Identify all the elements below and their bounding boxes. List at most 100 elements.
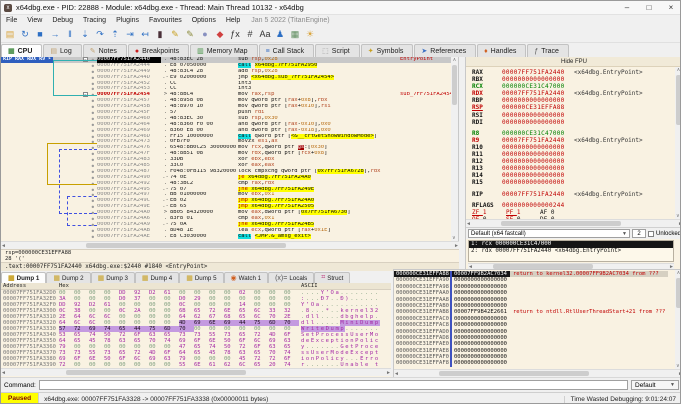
eraser-icon[interactable]: ◆ (213, 27, 227, 41)
stack-vscrollbar[interactable]: ∧ ∨ (675, 270, 680, 369)
tab-call-stack[interactable]: ≡ Call Stack (258, 44, 315, 57)
register-row[interactable]: R11 0000000000000000 (472, 151, 674, 158)
dump-tab-struct[interactable]: ⌗ Struct (314, 272, 351, 283)
patches-icon[interactable]: ▮ (153, 27, 167, 41)
disasm-row[interactable]: ● 00007FF751FA24AE. E8 C3030000 call <JMP.&… (1, 232, 458, 240)
run-to-user-code-icon[interactable]: ⇥ (123, 27, 137, 41)
collapse-icon[interactable]: − (83, 57, 88, 62)
strings-icon[interactable]: Aa (258, 27, 272, 41)
tab-notes[interactable]: ✎ Notes (82, 44, 127, 57)
tab-cpu[interactable]: ▦ CPU (1, 44, 43, 57)
register-row[interactable]: RFLAGS 0000000000000244 (472, 202, 674, 209)
dump-hscrollbar[interactable]: ◄ ► (1, 368, 391, 376)
back-icon[interactable]: ↤ (138, 27, 152, 41)
attach-icon[interactable]: ♟ (273, 27, 287, 41)
menu-item-tracing[interactable]: Tracing (78, 17, 111, 24)
register-row[interactable]: RAX 00007FF751FA2440 <x64dbg.EntryPoint> (472, 69, 674, 76)
calling-convention-select[interactable]: Default (x64 fastcall) ▼ (468, 229, 630, 238)
tab-handles[interactable]: ♦ Handles (477, 44, 527, 57)
dump-tab-dump-5[interactable]: ▦ Dump 5 (179, 272, 224, 283)
register-row[interactable]: R12 0000000000000000 (472, 158, 674, 165)
arg-count-spinner[interactable]: 2 (631, 229, 646, 238)
dump-tab-dump-2[interactable]: ▦ Dump 2 (46, 272, 91, 283)
dump-tab-dump-4[interactable]: ▦ Dump 4 (134, 272, 180, 283)
disasm-vscrollbar[interactable]: ∧ ∨ (451, 57, 458, 241)
dump-col-hex: Hex (59, 283, 69, 289)
disasm-direction: . (163, 232, 168, 239)
register-row[interactable]: RCX 000000CE31C47000 (472, 83, 674, 90)
menu-item-view[interactable]: View (22, 17, 47, 24)
dump-tab-dump-3[interactable]: ▦ Dump 3 (90, 272, 135, 283)
unlocked-checkbox[interactable] (647, 230, 654, 237)
stop-icon[interactable]: ■ (33, 27, 47, 41)
maximize-button[interactable]: □ (638, 1, 660, 14)
close-button[interactable]: × (660, 1, 680, 14)
arguments-box[interactable]: 1: rcx 000000CE31C47000 2: rdx 00007FF751… (468, 240, 674, 262)
dump-tab-dump-1[interactable]: ▦ Dump 1 (1, 272, 47, 283)
register-row[interactable]: RBX 0000000000000000 (472, 76, 674, 83)
menu-item-help[interactable]: Help (221, 17, 245, 24)
register-row[interactable]: RSP 000000CE31EFFA88 (472, 104, 674, 111)
tab-memory-map[interactable]: ▥ Memory Map (190, 44, 258, 57)
argument-row[interactable]: 1: rcx 000000CE31C47000 (469, 241, 673, 248)
register-row[interactable]: R13 0000000000000000 (472, 165, 674, 172)
tab-references[interactable]: ➤ References (414, 44, 477, 57)
registers-panel[interactable]: Hide FPU RAX 00007FF751FA2440 <x64dbg.Entr… (465, 57, 680, 270)
label-icon[interactable]: ● (198, 27, 212, 41)
restart-icon[interactable]: ↻ (18, 27, 32, 41)
register-row[interactable]: R10 0000000000000000 (472, 144, 674, 151)
argument-row[interactable]: 2: rdx 00007FF751FA2440 <x64dbg.EntryPoi… (469, 248, 673, 255)
disassembly-panel[interactable]: RIP RAX RDX R9 ➤ − ● 00007FF751FA2440. 48:83… (1, 57, 459, 241)
comment-icon[interactable]: ✎ (183, 27, 197, 41)
registers-hscrollbar[interactable]: ◄► (466, 219, 680, 227)
menu-item-file[interactable]: File (1, 17, 22, 24)
dump-panel[interactable]: ▦ Dump 1 ▦ Dump 2 ▦ Dump 3 ▦ Dump 4 ▦ Dump 5 ◉ Watc… (1, 271, 391, 377)
run-icon[interactable]: → (48, 27, 62, 41)
disasm-hscrollbar[interactable]: ◄ ► (1, 241, 459, 249)
tab-log[interactable]: ▤ Log (43, 44, 82, 57)
dump-tab-label: Locals (289, 274, 308, 282)
step-into-icon[interactable]: ⇣ (78, 27, 92, 41)
tab-script[interactable]: ⬚ Script (315, 44, 360, 57)
register-row[interactable]: RBP 0000000000000000 (472, 97, 674, 104)
collapse-icon[interactable]: − (83, 92, 88, 98)
register-row[interactable]: ZF 1 PF 1 AF 0 (472, 209, 674, 216)
pause-icon[interactable]: ‖ (63, 27, 77, 41)
tab-trace[interactable]: ƒ Trace (527, 44, 569, 57)
dump-tab-watch-1[interactable]: ◉ Watch 1 (223, 272, 269, 283)
register-value: 00007FF751FA2440 (502, 136, 565, 144)
register-row[interactable]: R9 00007FF751FA2440 <x64dbg.EntryPoint> (472, 137, 674, 144)
tab-label: Breakpoints (142, 47, 180, 55)
menu-item-options[interactable]: Options (187, 17, 221, 24)
open-file-icon[interactable]: ▤ (3, 27, 17, 41)
menu-item-favourites[interactable]: Favourites (144, 17, 187, 24)
command-input[interactable] (38, 380, 628, 390)
register-row[interactable]: RSI 0000000000000000 (472, 112, 674, 119)
stack-panel[interactable]: 000000CE31EFFA88 00007FF9B2AC7034 return t… (393, 269, 680, 377)
menu-item-debug[interactable]: Debug (47, 17, 78, 24)
register-row[interactable]: R8 000000CE31C47000 (472, 130, 674, 137)
breakpoint-dot-icon[interactable]: ● (92, 234, 94, 240)
help-bulb-icon[interactable]: ☀ (303, 27, 317, 41)
dump-tab-locals[interactable]: (x)= Locals (268, 272, 315, 283)
assemble-icon[interactable]: ✎ (168, 27, 182, 41)
register-row[interactable]: RDX 00007FF751FA2440 <x64dbg.EntryPoint> (472, 90, 674, 97)
command-profile-select[interactable]: Default ▼ (631, 380, 679, 390)
stack-hscrollbar[interactable]: ◄► (394, 369, 680, 377)
tab-breakpoints[interactable]: ● Breakpoints (127, 44, 190, 57)
registers-vscrollbar[interactable]: ∧ ∨ (675, 67, 680, 219)
fx-icon[interactable]: ƒx (228, 27, 242, 41)
tab-symbols[interactable]: ✦ Symbols (360, 44, 414, 57)
register-row[interactable]: R14 0000000000000000 (472, 172, 674, 179)
hide-fpu-button[interactable]: Hide FPU (466, 57, 680, 67)
step-over-icon[interactable]: ↷ (93, 27, 107, 41)
minimize-button[interactable]: – (616, 1, 638, 14)
step-out-icon[interactable]: ⇡ (108, 27, 122, 41)
register-row[interactable]: RIP 00007FF751FA2440 <x64dbg.EntryPoint> (472, 191, 674, 198)
register-row[interactable]: R15 0000000000000000 (472, 179, 674, 186)
stack-row[interactable]: 000000CE31EFFAF8 0000000000000000 (394, 360, 668, 367)
calculator-icon[interactable]: # (243, 27, 257, 41)
memory-icon[interactable]: ▦ (288, 27, 302, 41)
register-row[interactable]: RDI 0000000000000000 (472, 119, 674, 126)
menu-item-plugins[interactable]: Plugins (111, 17, 144, 24)
